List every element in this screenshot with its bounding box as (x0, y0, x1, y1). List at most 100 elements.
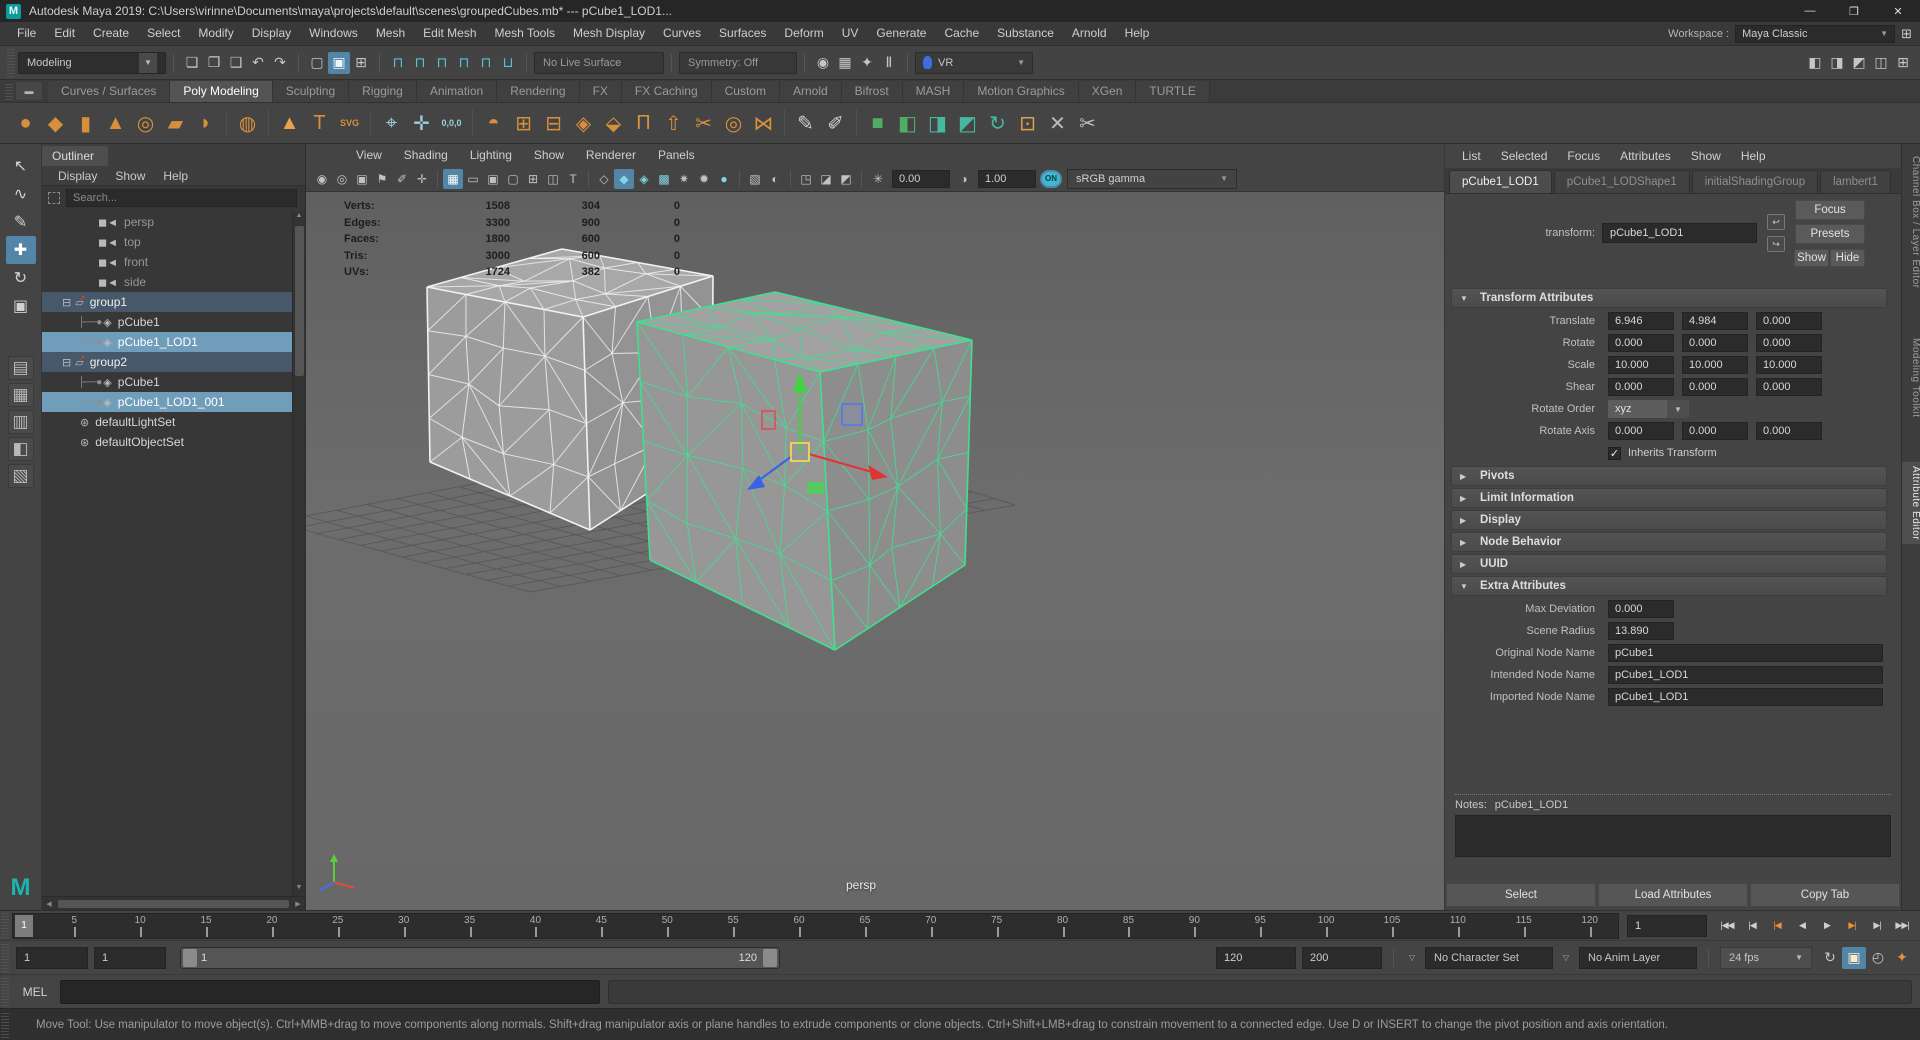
menu-generate[interactable]: Generate (867, 22, 935, 45)
image-plane-icon[interactable]: ✐ (392, 169, 412, 189)
camera-attributes-icon[interactable]: ▣ (352, 169, 372, 189)
outliner-menu-help[interactable]: Help (155, 166, 196, 185)
viewport-menu-lighting[interactable]: Lighting (460, 148, 522, 162)
notes-textarea[interactable] (1455, 815, 1891, 857)
time-ruler[interactable]: 1 51015202530354045505560657075808590951… (12, 913, 1619, 939)
capture-icon[interactable]: ◩ (836, 169, 856, 189)
playback-end-field[interactable]: 120 (1216, 947, 1296, 969)
move-tool[interactable]: ✚ (6, 236, 36, 264)
menu-substance[interactable]: Substance (988, 22, 1063, 45)
snap-point-icon[interactable]: ⊓ (431, 52, 453, 74)
mel-output-field[interactable] (608, 980, 1912, 1004)
snap-grid-icon[interactable]: ⊓ (387, 52, 409, 74)
scale-tool[interactable]: ▣ (6, 292, 36, 320)
playback-range-bar[interactable]: 1 120 (180, 947, 780, 969)
shelf-tab-motion-graphics[interactable]: Motion Graphics (964, 81, 1078, 102)
select-camera-icon[interactable]: ◉ (312, 169, 332, 189)
symmetry-field[interactable]: Symmetry: Off (679, 52, 797, 74)
outliner-item-front[interactable]: ◼◄front (42, 252, 305, 272)
mel-label[interactable]: MEL (18, 985, 52, 999)
menu-modify[interactable]: Modify (189, 22, 242, 45)
shelf-tab-rendering[interactable]: Rendering (497, 81, 579, 102)
search-filter-icon[interactable] (48, 192, 60, 204)
all-lights-icon[interactable]: ✷ (674, 169, 694, 189)
attribute-field-scene-radius[interactable]: 13.890 (1608, 622, 1674, 640)
presets-button[interactable]: Presets (1795, 224, 1865, 244)
attribute-field-original-node-name[interactable]: pCube1 (1608, 644, 1883, 662)
select-hierarchy-icon[interactable]: ▢ (306, 52, 328, 74)
new-tab-icon[interactable]: ↪ (1767, 236, 1785, 252)
fps-dropdown[interactable]: 24 fps ▼ (1720, 947, 1812, 969)
shelf-tab-custom[interactable]: Custom (712, 81, 780, 102)
scroll-down-icon[interactable]: ▼ (296, 884, 303, 896)
auto-key-icon[interactable]: ✦ (1890, 947, 1914, 969)
ae-menu-show[interactable]: Show (1682, 149, 1730, 163)
multi-cut-icon[interactable]: ✂ (690, 108, 717, 138)
anim-layer-dropdown[interactable]: No Anim Layer (1579, 947, 1697, 969)
safe-action-icon[interactable]: ◫ (543, 169, 563, 189)
menu-mesh-display[interactable]: Mesh Display (564, 22, 654, 45)
ipr-render-icon[interactable]: ▦ (834, 52, 856, 74)
menu-arnold[interactable]: Arnold (1063, 22, 1116, 45)
new-scene-icon[interactable]: ❏ (181, 52, 203, 74)
attribute-editor-toggle-icon[interactable]: ◫ (1870, 52, 1892, 74)
attribute-field-translate-0[interactable]: 6.946 (1608, 312, 1674, 330)
snap-view-plane-icon[interactable]: ⊓ (475, 52, 497, 74)
ae-tab-pcube1-lodshape1[interactable]: pCube1_LODShape1 (1554, 170, 1690, 193)
timeslider-grip[interactable] (1, 913, 9, 938)
outliner-menu-display[interactable]: Display (50, 166, 105, 185)
close-button[interactable]: ✕ (1876, 0, 1920, 22)
ae-menu-focus[interactable]: Focus (1558, 149, 1609, 163)
outliner-item-persp[interactable]: ◼◄persp (42, 212, 305, 232)
section-header-uuid[interactable]: ▶UUID (1451, 554, 1887, 574)
mirror-icon[interactable]: ⋈ (750, 108, 777, 138)
boolean-union-icon[interactable]: ◓ (480, 108, 507, 138)
attribute-field-rotate-2[interactable]: 0.000 (1756, 334, 1822, 352)
poly-cube-icon[interactable]: ◆ (42, 108, 69, 138)
select-component-icon[interactable]: ⊞ (350, 52, 372, 74)
make-live-icon[interactable]: ⊔ (497, 52, 519, 74)
scroll-up-icon[interactable]: ▲ (296, 212, 303, 224)
shelf-menu-button[interactable]: ▬ (16, 82, 42, 100)
pan-zoom-icon[interactable]: ✛ (412, 169, 432, 189)
attribute-field-scale-1[interactable]: 10.000 (1682, 356, 1748, 374)
menu-edit-mesh[interactable]: Edit Mesh (414, 22, 485, 45)
shelf-tab-sculpting[interactable]: Sculpting (273, 81, 349, 102)
viewport-menu-shading[interactable]: Shading (394, 148, 458, 162)
outliner-item-group1[interactable]: ⊟▱➚group1 (42, 292, 305, 312)
attribute-field-imported-node-name[interactable]: pCube1_LOD1 (1608, 688, 1883, 706)
statusline-grip[interactable] (7, 48, 15, 77)
shelf-tab-fx[interactable]: FX (580, 81, 622, 102)
step-forward-key-button[interactable]: ▶| (1840, 915, 1864, 937)
playhead[interactable]: 1 (15, 915, 33, 937)
outliner-item-pcube1[interactable]: ├──●◈pCube1 (42, 312, 305, 332)
outliner-item-pcube1[interactable]: ├──●◈pCube1 (42, 372, 305, 392)
shelf-tab-rigging[interactable]: Rigging (349, 81, 417, 102)
outliner-item-pcube1-lod1-001[interactable]: └──●◈pCube1_LOD1_001 (42, 392, 305, 412)
cut-uv-icon[interactable]: ✕ (1044, 108, 1071, 138)
lasso-tool[interactable]: ∿ (6, 180, 36, 208)
color-management-toggle[interactable]: ON (1040, 170, 1062, 188)
paint-select-tool[interactable]: ✎ (6, 208, 36, 236)
menu-surfaces[interactable]: Surfaces (710, 22, 775, 45)
section-header-transform-attributes[interactable]: ▼Transform Attributes (1451, 288, 1887, 308)
live-surface-field[interactable]: No Live Surface (534, 52, 664, 74)
attribute-field-shear-2[interactable]: 0.000 (1756, 378, 1822, 396)
hide-button[interactable]: Hide (1830, 249, 1865, 267)
view-transform-dropdown[interactable]: sRGB gamma ▼ (1067, 169, 1237, 189)
collapse-icon[interactable]: ⊟ (62, 296, 71, 309)
render-settings-icon[interactable]: ✦ (856, 52, 878, 74)
scrollbar-thumb[interactable] (295, 226, 304, 376)
ae-tab-initialshadinggroup[interactable]: initialShadingGroup (1692, 170, 1818, 193)
attribute-field-rotate-axis-1[interactable]: 0.000 (1682, 422, 1748, 440)
platonic-solid-icon[interactable]: ◍ (234, 108, 261, 138)
attribute-field-rotate-axis-0[interactable]: 0.000 (1608, 422, 1674, 440)
sidebar-tab-attribute-editor[interactable]: Attribute Editor (1902, 462, 1920, 544)
quad-draw-icon[interactable]: ✎ (792, 108, 819, 138)
shelf-tab-bifrost[interactable]: Bifrost (842, 81, 903, 102)
lock-camera-icon[interactable]: ◎ (332, 169, 352, 189)
undo-icon[interactable]: ↶ (247, 52, 269, 74)
origin-snap-icon[interactable]: 0,0,0 (438, 108, 465, 138)
attribute-field-scale-0[interactable]: 10.000 (1608, 356, 1674, 374)
menu-create[interactable]: Create (84, 22, 138, 45)
